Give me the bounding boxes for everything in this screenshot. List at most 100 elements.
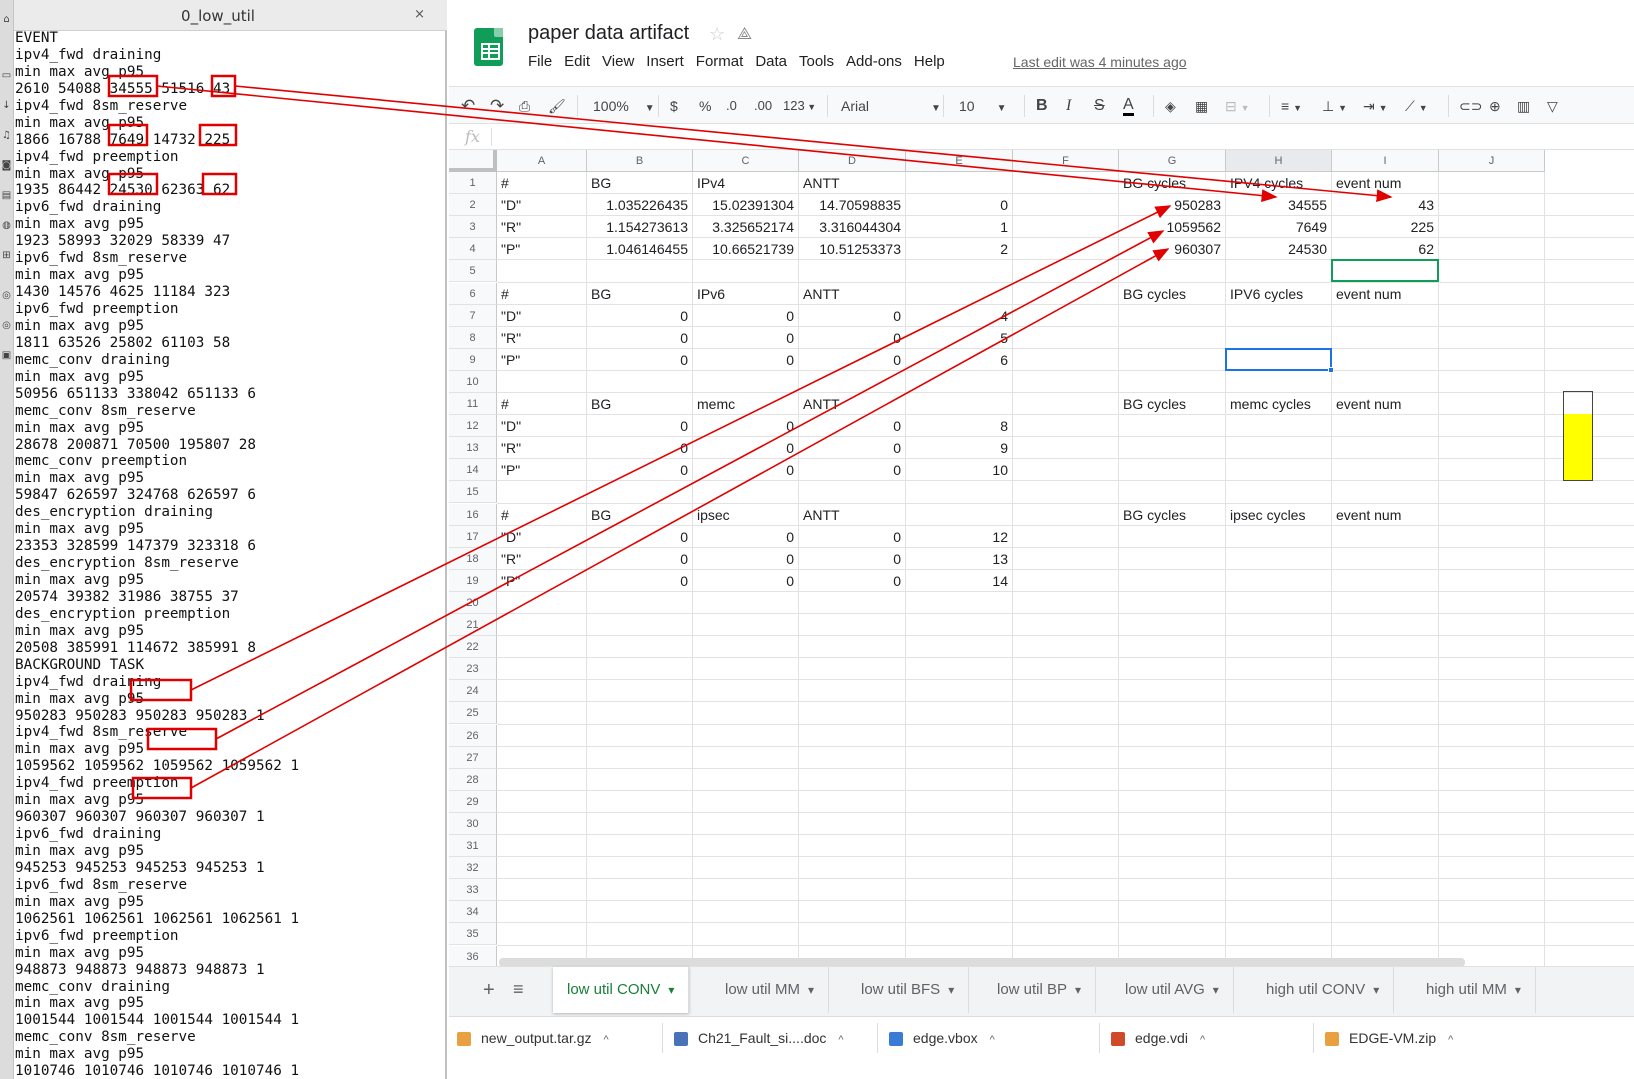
cell[interactable]: 10 <box>906 459 1012 481</box>
font-select[interactable]: Arial ▼ <box>841 96 941 116</box>
cell[interactable]: 0 <box>587 548 692 570</box>
cell[interactable]: IPv4 <box>693 172 798 194</box>
cell[interactable]: 0 <box>799 415 905 437</box>
text-rotate-icon[interactable]: ⟋ ▼ <box>1405 96 1428 116</box>
increase-decimal-button[interactable]: .00 <box>754 96 772 116</box>
cell[interactable]: 0 <box>799 548 905 570</box>
column-header[interactable]: E <box>906 150 1013 172</box>
row-header[interactable]: 24 <box>449 680 497 703</box>
menu-view[interactable]: View <box>602 53 641 73</box>
formula-bar[interactable]: fx <box>449 124 1634 150</box>
cell[interactable]: 0 <box>693 526 798 548</box>
cell[interactable]: 14 <box>906 570 1012 592</box>
cell[interactable]: 0 <box>587 349 692 371</box>
menu-add-ons[interactable]: Add-ons <box>846 53 909 73</box>
cell[interactable]: 0 <box>693 570 798 592</box>
cell[interactable]: "D" <box>497 526 586 548</box>
decrease-decimal-button[interactable]: .0 <box>726 96 737 116</box>
editor-text-area[interactable]: EVENT ipv4_fwd draining min max avg p95 261… <box>15 30 445 1079</box>
cell[interactable]: 0 <box>693 437 798 459</box>
download-item[interactable]: edge.vbox ^ <box>889 1023 995 1053</box>
cell[interactable]: event num <box>1332 504 1438 526</box>
add-sheet-icon[interactable]: + <box>483 979 495 1002</box>
cell[interactable]: 10.51253373 <box>799 238 905 260</box>
chevron-down-icon[interactable]: ▾ <box>668 983 674 997</box>
cell[interactable]: 24530 <box>1226 238 1331 260</box>
cell[interactable]: IPV4 cycles <box>1226 172 1331 194</box>
cell[interactable]: ANTT <box>799 283 905 305</box>
row-header[interactable]: 4 <box>449 238 497 261</box>
menu-tools[interactable]: Tools <box>799 53 841 73</box>
cell[interactable]: BG <box>587 172 692 194</box>
cell[interactable]: 3.325652174 <box>693 216 798 238</box>
cell[interactable]: BG cycles <box>1119 504 1225 526</box>
more-formats-button[interactable]: 123 ▼ <box>783 96 816 116</box>
column-header[interactable]: G <box>1119 150 1226 172</box>
cell[interactable]: BG cycles <box>1119 283 1225 305</box>
text-wrap-icon[interactable]: ⇥ ▼ <box>1363 96 1388 116</box>
cell[interactable]: event num <box>1332 283 1438 305</box>
cell[interactable]: 0 <box>799 349 905 371</box>
row-header[interactable]: 26 <box>449 724 497 747</box>
cell[interactable]: 0 <box>693 305 798 327</box>
cell[interactable]: 1.035226435 <box>587 194 692 216</box>
cell[interactable]: "P" <box>497 349 586 371</box>
folder-icon[interactable]: ▭ <box>1 70 12 81</box>
fill-color-icon[interactable]: ◈ <box>1165 96 1176 116</box>
currency-button[interactable]: $ <box>670 96 678 116</box>
cell[interactable]: 0 <box>799 327 905 349</box>
row-header[interactable]: 32 <box>449 857 497 880</box>
sheet-tab[interactable]: low util MM ▾ <box>711 967 830 1013</box>
download-item[interactable]: edge.vdi ^ <box>1111 1023 1205 1053</box>
cell[interactable]: 0 <box>587 459 692 481</box>
cell[interactable]: 0 <box>906 194 1012 216</box>
cell[interactable]: ANTT <box>799 172 905 194</box>
move-to-drive-icon[interactable]: ⟁ <box>737 24 752 44</box>
insert-comment-icon[interactable]: ⊕ <box>1489 96 1501 116</box>
row-header[interactable]: 8 <box>449 326 497 349</box>
cell[interactable]: 43 <box>1332 194 1438 216</box>
cell[interactable]: 2 <box>906 238 1012 260</box>
editor-tab[interactable]: 0_low_util × <box>14 0 447 31</box>
cell[interactable]: BG <box>587 283 692 305</box>
undo-icon[interactable]: ↶ <box>461 96 475 116</box>
row-header[interactable]: 25 <box>449 702 497 725</box>
row-header[interactable]: 6 <box>449 282 497 305</box>
row-header[interactable]: 35 <box>449 923 497 946</box>
star-icon[interactable]: ☆ <box>709 24 725 45</box>
chevron-down-icon[interactable]: ▾ <box>948 983 954 997</box>
download-item[interactable]: EDGE-VM.zip ^ <box>1325 1023 1453 1053</box>
cell[interactable]: 0 <box>799 437 905 459</box>
cell[interactable]: 10.66521739 <box>693 238 798 260</box>
sheet-tab[interactable]: high util MM ▾ <box>1412 967 1536 1013</box>
cell[interactable]: ipsec <box>693 504 798 526</box>
row-header[interactable]: 23 <box>449 658 497 681</box>
menu-edit[interactable]: Edit <box>564 53 597 73</box>
insert-link-icon[interactable]: ⊂⊃ <box>1459 96 1482 116</box>
cell[interactable]: "R" <box>497 548 586 570</box>
borders-icon[interactable]: ▦ <box>1195 96 1208 116</box>
row-header[interactable]: 20 <box>449 591 497 614</box>
row-header[interactable]: 11 <box>449 393 497 416</box>
chevron-up-icon[interactable]: ^ <box>1200 1034 1205 1046</box>
sheets-logo-icon[interactable] <box>474 28 503 66</box>
cell[interactable]: 15.02391304 <box>693 194 798 216</box>
column-header[interactable]: F <box>1013 150 1119 172</box>
sheet-tab[interactable]: high util CONV ▾ <box>1252 967 1395 1013</box>
column-header[interactable]: I <box>1332 150 1439 172</box>
chevron-up-icon[interactable]: ^ <box>990 1034 995 1046</box>
row-header[interactable]: 17 <box>449 525 497 548</box>
cell[interactable]: 9 <box>906 437 1012 459</box>
text-color-button[interactable]: A <box>1123 96 1134 116</box>
sheet-tab[interactable]: low util AVG ▾ <box>1111 967 1234 1013</box>
cell[interactable]: 1.154273613 <box>587 216 692 238</box>
active-cell-selection[interactable] <box>1225 347 1334 373</box>
cell[interactable]: 950283 <box>1119 194 1225 216</box>
cell[interactable]: 0 <box>693 415 798 437</box>
cell[interactable]: 0 <box>587 437 692 459</box>
row-header[interactable]: 14 <box>449 459 497 482</box>
chevron-up-icon[interactable]: ^ <box>604 1034 609 1046</box>
cell[interactable]: 0 <box>587 415 692 437</box>
row-header[interactable]: 19 <box>449 569 497 592</box>
cell[interactable]: # <box>497 393 586 415</box>
